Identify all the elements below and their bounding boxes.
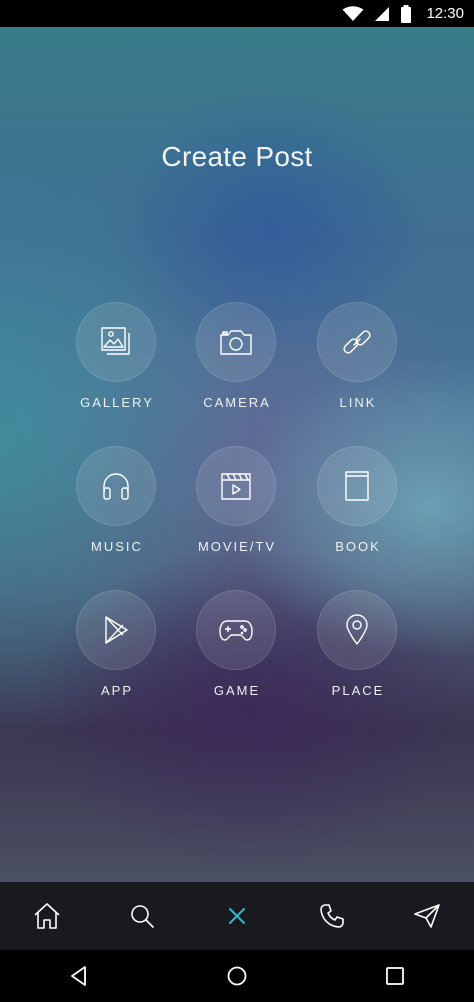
option-link[interactable]: LINK [298, 302, 418, 422]
option-link-label: LINK [339, 395, 377, 410]
option-place-circle[interactable] [317, 590, 397, 670]
option-camera-circle[interactable] [196, 302, 276, 382]
status-time: 12:30 [426, 5, 464, 22]
option-music-label: MUSIC [91, 539, 143, 554]
bottom-nav [0, 882, 474, 950]
camera-icon [220, 330, 252, 355]
option-movie-tv[interactable]: MOVIE/TV [177, 446, 297, 566]
nav-close-button[interactable] [207, 886, 267, 946]
option-camera[interactable]: CAMERA [177, 302, 297, 422]
gamepad-icon [219, 620, 253, 641]
system-home-button[interactable] [207, 951, 267, 1001]
system-back-button[interactable] [49, 951, 109, 1001]
option-game[interactable]: GAME [177, 590, 297, 710]
option-place-label: PLACE [331, 683, 385, 698]
battery-icon [400, 4, 412, 23]
option-gallery[interactable]: GALLERY [57, 302, 177, 422]
option-game-circle[interactable] [196, 590, 276, 670]
option-music[interactable]: MUSIC [57, 446, 177, 566]
signal-icon [374, 6, 390, 22]
post-type-grid: GALLERY CAMERA LINK MUSIC MOVIE/TV BOOK … [0, 27, 474, 882]
link-icon [343, 330, 371, 354]
back-icon [71, 966, 86, 986]
recents-icon [386, 967, 404, 985]
nav-send-button[interactable] [397, 886, 457, 946]
wifi-icon [342, 5, 364, 22]
close-icon [228, 908, 245, 924]
option-place[interactable]: PLACE [298, 590, 418, 710]
send-icon [413, 904, 440, 928]
play-store-icon [105, 616, 128, 644]
option-app-circle[interactable] [76, 590, 156, 670]
system-nav [0, 950, 474, 1002]
option-game-label: GAME [213, 683, 261, 698]
nav-search-button[interactable] [112, 886, 172, 946]
option-book-circle[interactable] [317, 446, 397, 526]
book-icon [345, 471, 369, 501]
option-book[interactable]: BOOK [298, 446, 418, 566]
option-movie-tv-circle[interactable] [196, 446, 276, 526]
status-bar: 12:30 [0, 0, 474, 27]
search-icon [131, 905, 154, 928]
option-gallery-circle[interactable] [76, 302, 156, 382]
phone-icon [319, 904, 344, 928]
option-movie-tv-label: MOVIE/TV [197, 539, 277, 554]
option-gallery-label: GALLERY [80, 395, 154, 410]
nav-home-button[interactable] [17, 886, 77, 946]
home-circle-icon [227, 966, 247, 986]
clapperboard-icon [221, 473, 251, 500]
option-book-label: BOOK [335, 539, 381, 554]
gallery-icon [101, 327, 130, 355]
system-recents-button[interactable] [365, 951, 425, 1001]
home-icon [34, 903, 60, 929]
option-music-circle[interactable] [76, 446, 156, 526]
option-camera-label: CAMERA [203, 395, 271, 410]
option-app[interactable]: APP [57, 590, 177, 710]
option-app-label: APP [100, 683, 133, 698]
option-link-circle[interactable] [317, 302, 397, 382]
location-pin-icon [346, 614, 368, 645]
create-post-screen: Create Post GALLERY CAMERA LINK MUSIC MO… [0, 27, 474, 882]
nav-phone-button[interactable] [302, 886, 362, 946]
headphones-icon [103, 473, 129, 500]
